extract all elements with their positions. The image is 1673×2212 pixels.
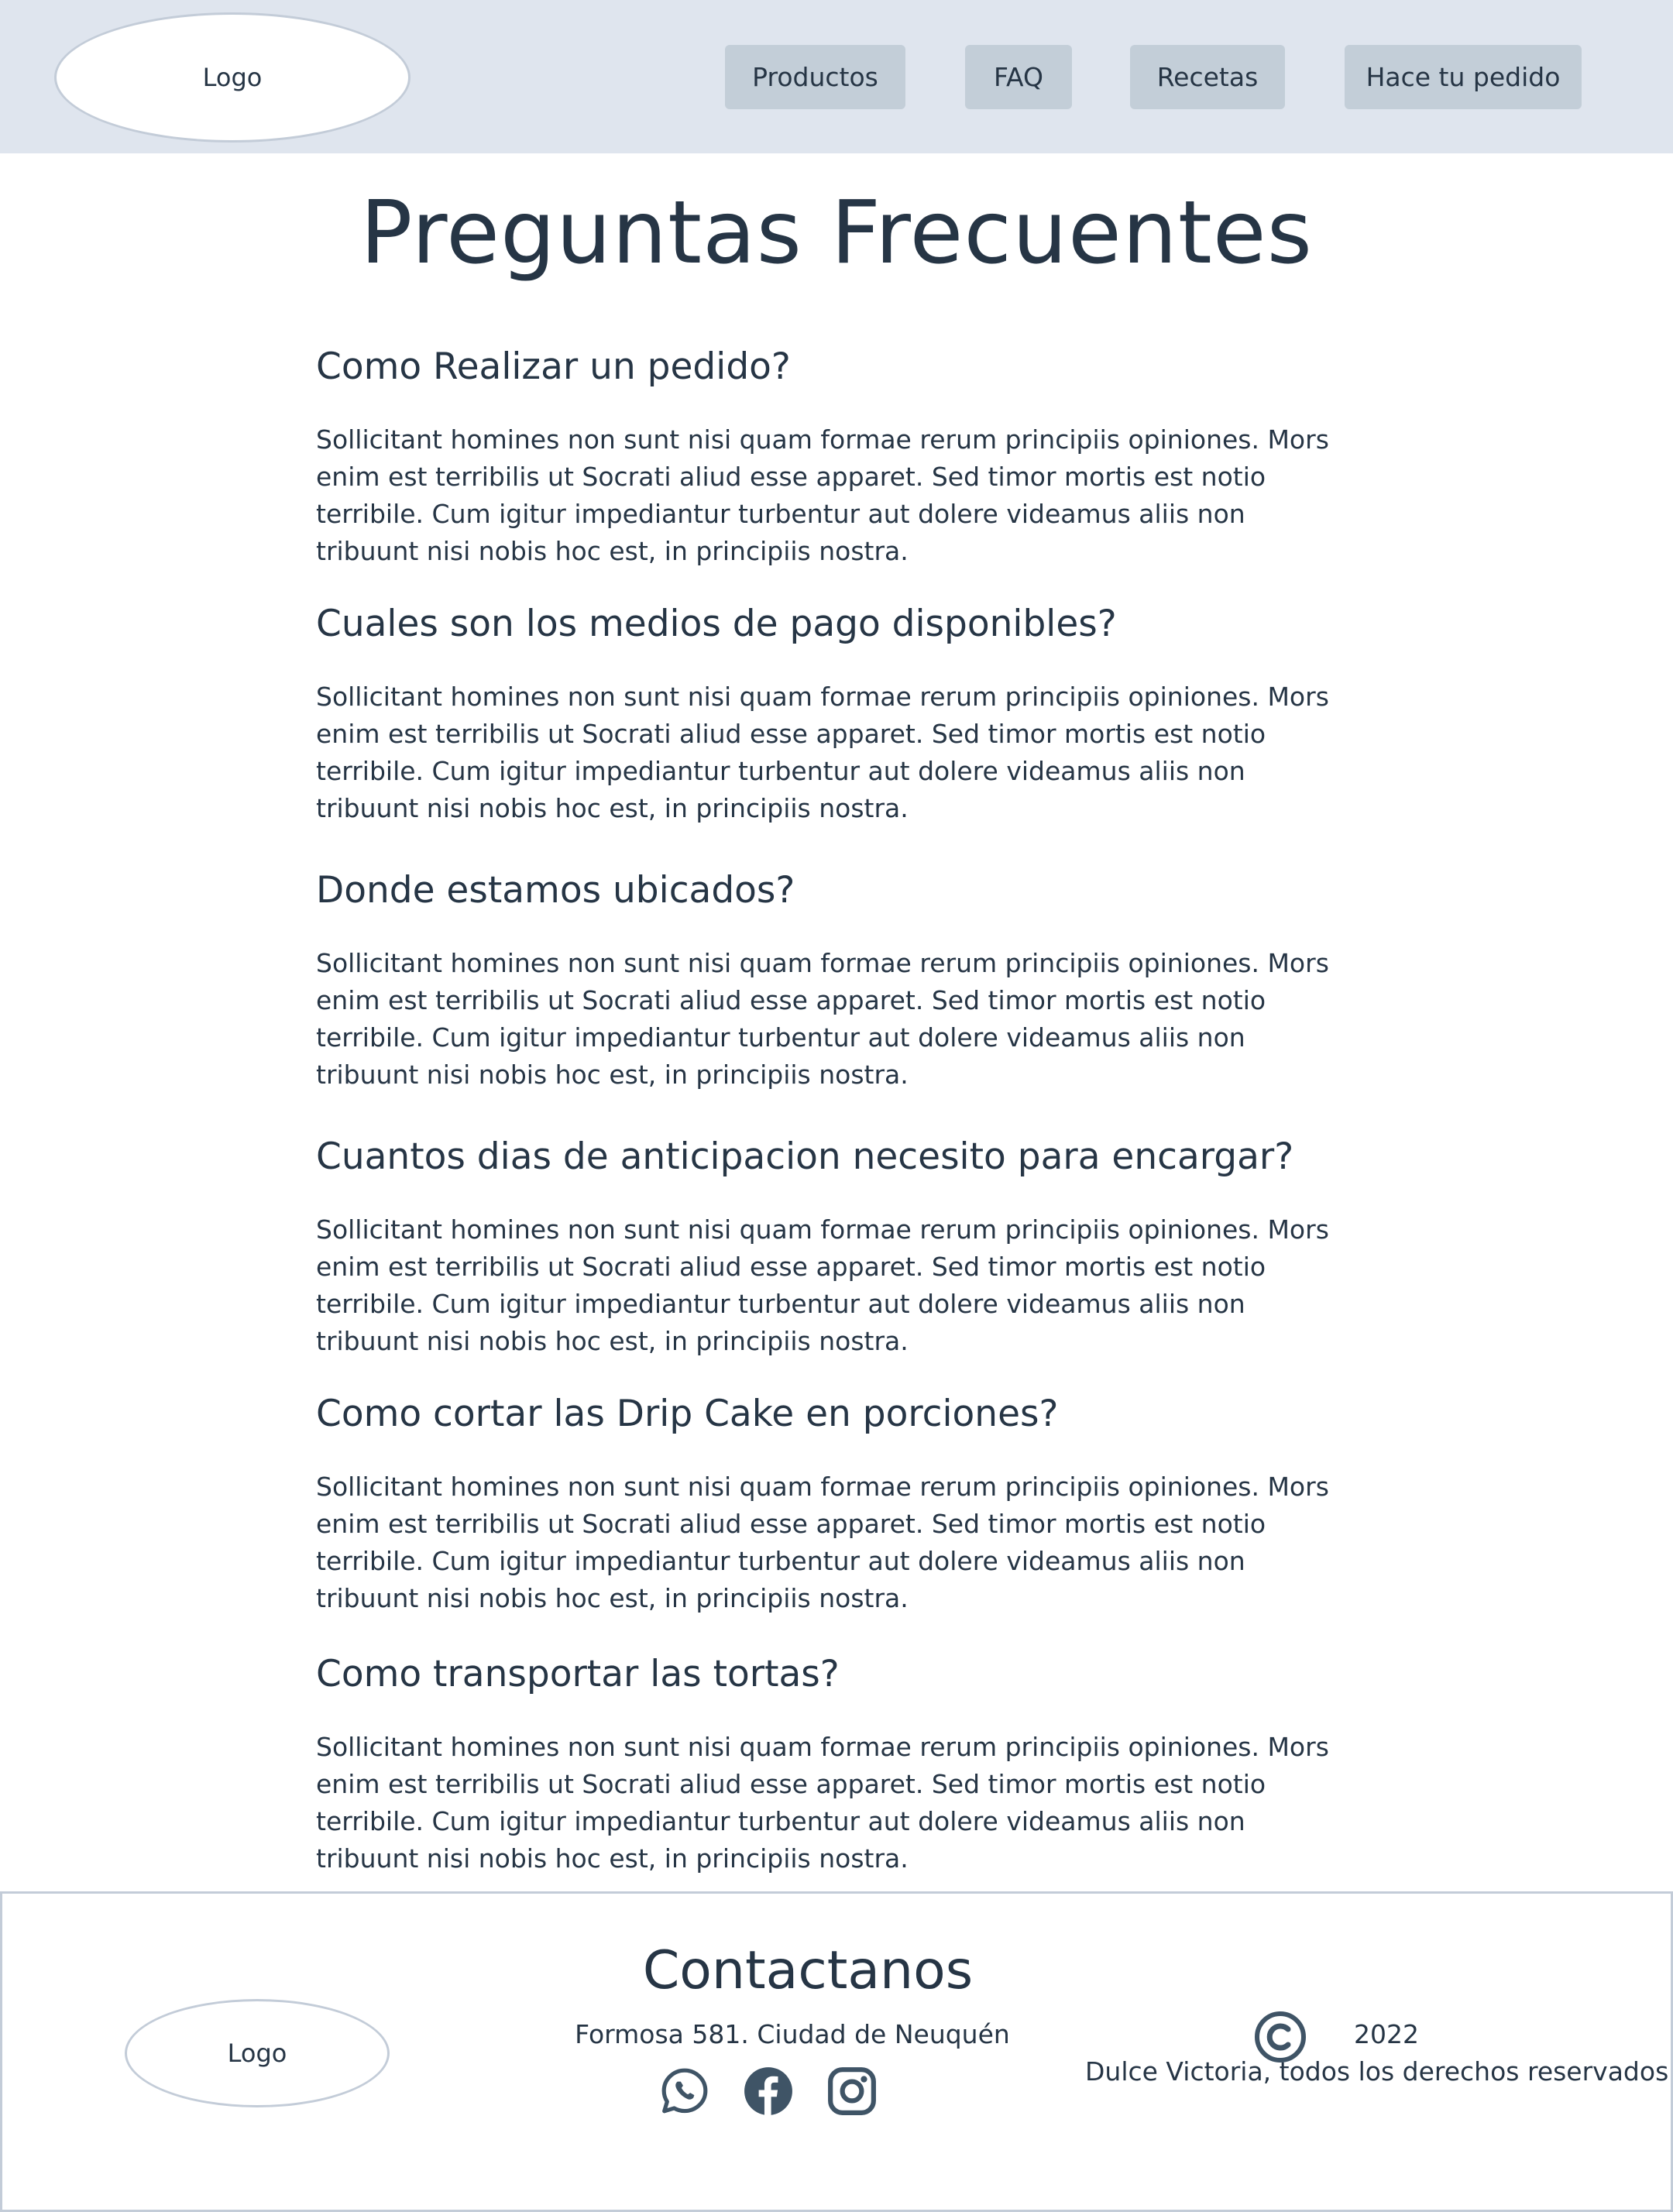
header-logo-label: Logo	[202, 63, 263, 92]
site-footer: Logo Contactanos Formosa 581. Ciudad de …	[0, 1891, 1673, 2212]
copyright-text: Dulce Victoria, todos los derechos reser…	[1085, 2056, 1669, 2087]
faq-question: Como Realizar un pedido?	[316, 345, 791, 388]
copyright-year: 2022	[1354, 2019, 1419, 2049]
footer-logo-label: Logo	[227, 2039, 287, 2068]
header-logo[interactable]: Logo	[54, 12, 411, 143]
site-header: Logo Productos FAQ Recetas Hace tu pedid…	[0, 0, 1673, 153]
nav-hace-tu-pedido-button[interactable]: Hace tu pedido	[1345, 45, 1582, 109]
nav-productos-button[interactable]: Productos	[725, 45, 905, 109]
instagram-icon[interactable]	[826, 2066, 878, 2117]
faq-answer: Sollicitant homines non sunt nisi quam f…	[316, 424, 1329, 566]
nav-recetas-button[interactable]: Recetas	[1130, 45, 1285, 109]
nav-faq-button[interactable]: FAQ	[965, 45, 1072, 109]
faq-answer: Sollicitant homines non sunt nisi quam f…	[316, 682, 1329, 823]
faq-question: Donde estamos ubicados?	[316, 869, 795, 912]
faq-answer: Sollicitant homines non sunt nisi quam f…	[316, 1214, 1329, 1356]
footer-address: Formosa 581. Ciudad de Neuquén	[575, 2019, 1010, 2049]
page-title: Preguntas Frecuentes	[359, 183, 1313, 283]
faq-answer: Sollicitant homines non sunt nisi quam f…	[316, 1472, 1329, 1613]
whatsapp-icon[interactable]	[659, 2066, 710, 2117]
footer-logo[interactable]: Logo	[125, 1999, 390, 2107]
faq-answer: Sollicitant homines non sunt nisi quam f…	[316, 1732, 1329, 1874]
faq-question: Cuantos dias de anticipacion necesito pa…	[316, 1135, 1294, 1178]
faq-question: Como transportar las tortas?	[316, 1653, 840, 1695]
faq-answer: Sollicitant homines non sunt nisi quam f…	[316, 948, 1329, 1090]
footer-title: Contactanos	[642, 1940, 974, 2001]
faq-question: Como cortar las Drip Cake en porciones?	[316, 1393, 1059, 1435]
facebook-icon[interactable]	[743, 2066, 794, 2117]
faq-question: Cuales son los medios de pago disponible…	[316, 603, 1117, 645]
